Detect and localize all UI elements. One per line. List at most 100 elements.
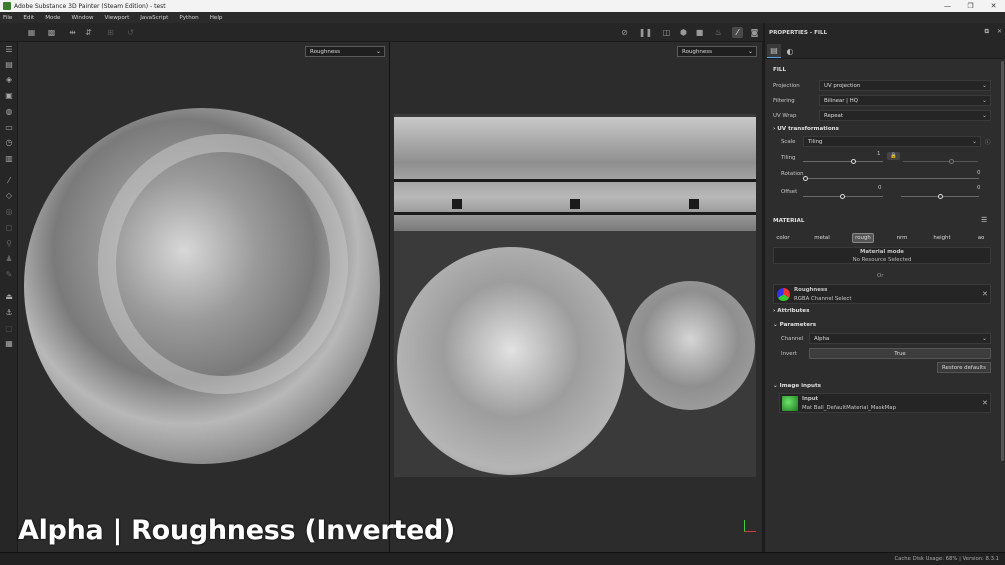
material-mode-box[interactable]: Material mode No Resource Selected [773,247,991,264]
add-icon[interactable]: ⊞ [105,27,116,38]
uv-marker [452,199,462,209]
menu-edit[interactable]: Edit [23,15,34,21]
menu-python[interactable]: Python [179,15,198,21]
picker-icon[interactable]: ✎ [4,269,14,279]
globe-icon[interactable]: ◍ [4,106,14,116]
scale-dropdown[interactable]: Tiling ⌄ [803,136,981,147]
lock-icon[interactable]: 🔒 [887,152,900,160]
remove-input-icon[interactable]: ✕ [982,399,988,407]
chevron-down-icon: ⌄ [375,48,381,55]
tiling-value: 1 [877,151,881,157]
menu-file[interactable]: File [3,15,12,21]
status-text: Cache Disk Usage: 68% | Version: 8.3.1 [894,556,999,562]
chevron-down-icon: ⌄ [981,97,987,104]
layers-icon[interactable]: ♨ [713,27,724,38]
invert-toggle[interactable]: True [809,348,991,359]
material-section-title: MATERIAL [773,218,805,224]
tab-material-icon[interactable]: ◐ [783,44,797,58]
offset-u-slider-handle[interactable] [840,194,845,199]
viewport-toolbar: ▦ ▩ ⇹ ⇵ ⊞ ↺ ⊘ ❚❚ ◫ ⬢ ■ ♨ ⁄ ◙ [0,23,763,42]
camera-off-icon[interactable]: ⊘ [619,27,630,38]
menu-help[interactable]: Help [210,15,223,21]
channel-nrm-button[interactable]: nrm [892,233,912,243]
channel-height-button[interactable]: height [930,233,954,243]
close-button[interactable]: ✕ [982,0,1005,12]
channel-metal-button[interactable]: metal [811,233,833,243]
image-input-card[interactable]: Input Mat Ball_DefaultMaterial_MaskMap ✕ [779,393,991,413]
offset-v-slider-handle[interactable] [938,194,943,199]
image-inputs-section[interactable]: ⌄ Image inputs [773,383,821,389]
uvwrap-dropdown[interactable]: Repeat ⌄ [819,110,991,121]
video-icon[interactable]: ■ [694,27,705,38]
lock-icon[interactable]: ▢ [4,323,14,333]
properties-header: PROPERTIES - FILL ⧉ ✕ [765,23,1005,42]
paint-icon[interactable]: ⁄ [4,175,14,185]
parameters-section[interactable]: ⌄ Parameters [773,322,816,328]
panel-close-icon[interactable]: ✕ [997,28,1002,36]
material-menu-icon[interactable]: ☰ [981,216,987,224]
clone-icon[interactable]: ♟ [4,253,14,263]
shelf-icon[interactable]: ▭ [4,122,14,132]
menu-viewport[interactable]: Viewport [105,15,130,21]
uv-strip-line-1 [394,179,756,182]
display-icon[interactable]: ▣ [4,90,14,100]
split-view-icon[interactable]: ◫ [661,27,672,38]
undock-icon[interactable]: ⧉ [985,28,989,36]
uv-transformations-title[interactable]: › UV transformations [773,126,839,132]
layers-panel-icon[interactable]: ☰ [4,44,14,54]
properties-panel: PROPERTIES - FILL ⧉ ✕ ▤ ◐ FILL Projectio… [764,23,1005,552]
mask-map-thumbnail [782,396,798,411]
smudge-icon[interactable]: ⚲ [4,238,14,248]
viewport-2d[interactable]: Roughness ⌄ [390,42,762,552]
bake-icon[interactable]: ⏏ [4,291,14,301]
stack-icon[interactable]: ◈ [4,74,14,84]
filtering-dropdown[interactable]: Bilinear | HQ ⌄ [819,95,991,106]
eraser-icon[interactable]: ◇ [4,190,14,200]
clock-icon[interactable]: ◷ [4,137,14,147]
anchor-icon[interactable]: ⚓ [4,307,14,317]
image-inputs-label: Image inputs [779,383,821,389]
rotation-slider-handle[interactable] [803,176,808,181]
symmetry-vertical-icon[interactable]: ⇵ [83,27,94,38]
grid-small-icon[interactable]: ▩ [46,27,57,38]
roughness-effect-card[interactable]: Roughness RGBA Channel Select ✕ [773,284,991,304]
tiling-slider-track[interactable] [803,161,883,162]
brush-icon[interactable]: ⁄ [732,27,743,38]
grid-icon[interactable]: ▦ [26,27,37,38]
screenshot-icon[interactable]: ◙ [749,27,760,38]
cube-icon[interactable]: ⬢ [678,27,689,38]
tiling-slider-track-secondary[interactable] [903,161,978,162]
projection-dropdown[interactable]: UV projection ⌄ [819,80,991,91]
maximize-button[interactable]: ❐ [959,0,982,12]
menu-javascript[interactable]: JavaScript [140,15,168,21]
projection-icon[interactable]: ◎ [4,206,14,216]
properties-scrollbar[interactable] [1001,61,1004,461]
viewport-3d[interactable]: Roughness ⌄ [18,42,389,552]
pause-icon[interactable]: ❚❚ [639,27,652,38]
viewport-3d-channel-select[interactable]: Roughness ⌄ [305,46,385,57]
tiling-slider-handle-secondary[interactable] [949,159,954,164]
channel-color-button[interactable]: color [773,233,793,243]
viewport-2d-channel-select[interactable]: Roughness ⌄ [677,46,757,57]
symmetry-icon[interactable]: ⇹ [67,27,78,38]
uv-strip-line-2 [394,212,756,215]
info-icon[interactable]: ⓘ [985,138,990,146]
restore-defaults-button[interactable]: Restore defaults [937,362,991,373]
channel-rough-button[interactable]: rough [852,233,874,243]
attributes-section[interactable]: › Attributes [773,308,809,314]
menu-window[interactable]: Window [71,15,93,21]
uv-island-small [626,281,755,410]
minimize-button[interactable]: — [936,0,959,12]
channel-dropdown[interactable]: Alpha ⌄ [809,333,991,344]
menu-mode[interactable]: Mode [45,15,60,21]
tab-properties-icon[interactable]: ▤ [767,44,781,58]
texture-set-icon[interactable]: ▤ [4,59,14,69]
log-icon[interactable]: ▥ [4,153,14,163]
rotation-slider-track[interactable] [803,178,979,179]
remove-effect-icon[interactable]: ✕ [982,290,988,298]
history-icon[interactable]: ↺ [125,27,136,38]
tiling-slider-handle[interactable] [851,159,856,164]
channel-ao-button[interactable]: ao [973,233,989,243]
geometry-icon[interactable]: ◻ [4,222,14,232]
export-icon[interactable]: ▦ [4,338,14,348]
